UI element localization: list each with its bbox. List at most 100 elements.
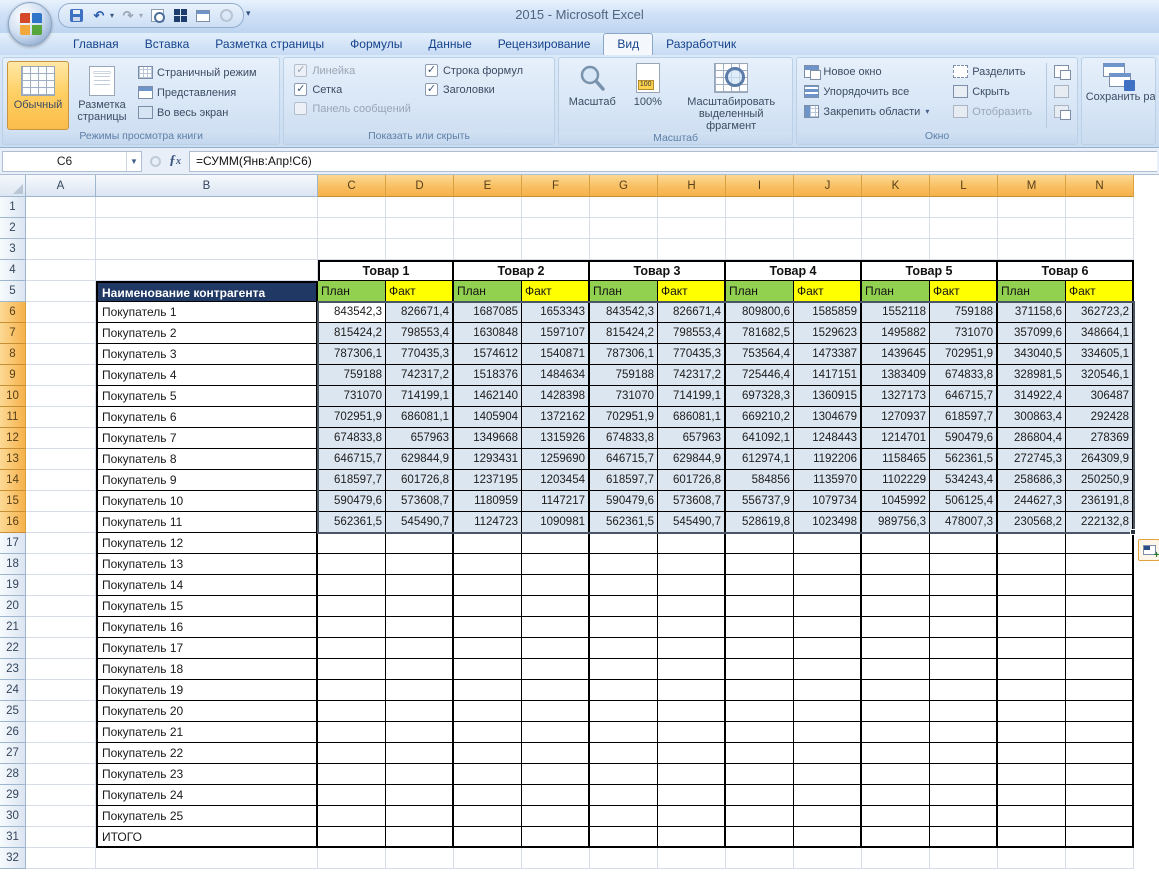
cell[interactable] bbox=[318, 659, 386, 680]
cell[interactable] bbox=[930, 722, 998, 743]
cell-value[interactable]: 348664,1 bbox=[1066, 323, 1134, 344]
cell-value[interactable]: 1574612 bbox=[454, 344, 522, 365]
cell-fact-header[interactable]: Факт bbox=[794, 281, 862, 302]
cell-buyer-label[interactable]: Покупатель 9 bbox=[96, 470, 318, 491]
cell[interactable] bbox=[1066, 827, 1134, 848]
cell[interactable] bbox=[386, 701, 454, 722]
row-header-16[interactable]: 16 bbox=[0, 512, 26, 533]
column-header-H[interactable]: H bbox=[658, 175, 726, 197]
cell[interactable] bbox=[522, 743, 590, 764]
row-header-15[interactable]: 15 bbox=[0, 491, 26, 512]
cell[interactable] bbox=[454, 533, 522, 554]
cell-buyer-label[interactable]: Покупатель 4 bbox=[96, 365, 318, 386]
cell[interactable] bbox=[794, 806, 862, 827]
cell[interactable] bbox=[862, 785, 930, 806]
cell-value[interactable]: 230568,2 bbox=[998, 512, 1066, 533]
cell-product-header[interactable]: Товар 2 bbox=[454, 260, 590, 281]
cell[interactable] bbox=[794, 533, 862, 554]
tab-Разработчик[interactable]: Разработчик bbox=[653, 34, 749, 55]
row-header-3[interactable]: 3 bbox=[0, 239, 26, 260]
cell[interactable] bbox=[726, 743, 794, 764]
row-header-17[interactable]: 17 bbox=[0, 533, 26, 554]
cell-value[interactable]: 1473387 bbox=[794, 344, 862, 365]
cell[interactable] bbox=[386, 764, 454, 785]
tab-Главная[interactable]: Главная bbox=[60, 34, 132, 55]
full-screen-button[interactable]: Во весь экран bbox=[135, 104, 260, 121]
cell-value[interactable]: 1495882 bbox=[862, 323, 930, 344]
cell[interactable] bbox=[794, 827, 862, 848]
cell[interactable] bbox=[590, 659, 658, 680]
cell-value[interactable]: 1045992 bbox=[862, 491, 930, 512]
cell[interactable] bbox=[998, 218, 1066, 239]
cell[interactable] bbox=[386, 596, 454, 617]
cell-fact-header[interactable]: Факт bbox=[930, 281, 998, 302]
cell-value[interactable]: 1372162 bbox=[522, 407, 590, 428]
cell[interactable] bbox=[998, 239, 1066, 260]
arrange-all-button[interactable]: Упорядочить все bbox=[801, 83, 950, 100]
cell-value[interactable]: 731070 bbox=[930, 323, 998, 344]
cell[interactable] bbox=[386, 554, 454, 575]
cell[interactable] bbox=[930, 218, 998, 239]
column-header-E[interactable]: E bbox=[454, 175, 522, 197]
row-header-4[interactable]: 4 bbox=[0, 260, 26, 281]
cell-value[interactable]: 674833,8 bbox=[930, 365, 998, 386]
column-header-L[interactable]: L bbox=[930, 175, 998, 197]
cell-value[interactable]: 286804,4 bbox=[998, 428, 1066, 449]
cell-plan-header[interactable]: План bbox=[318, 281, 386, 302]
checkbox-box-icon[interactable]: ✓ bbox=[425, 64, 438, 77]
cell-value[interactable]: 1304679 bbox=[794, 407, 862, 428]
cell[interactable] bbox=[590, 239, 658, 260]
cell-fact-header[interactable]: Факт bbox=[386, 281, 454, 302]
tab-Вид[interactable]: Вид bbox=[603, 33, 653, 55]
cell-value[interactable]: 584856 bbox=[726, 470, 794, 491]
cell[interactable] bbox=[726, 764, 794, 785]
cell-value[interactable]: 759188 bbox=[590, 365, 658, 386]
cell[interactable] bbox=[794, 680, 862, 701]
cell[interactable] bbox=[726, 617, 794, 638]
cell-value[interactable]: 646715,7 bbox=[930, 386, 998, 407]
cell[interactable] bbox=[386, 638, 454, 659]
cell[interactable] bbox=[26, 470, 96, 491]
cell-buyer-label[interactable]: Покупатель 5 bbox=[96, 386, 318, 407]
cell-value[interactable]: 1462140 bbox=[454, 386, 522, 407]
cell[interactable] bbox=[930, 197, 998, 218]
zoom-100-button[interactable]: 100 100% bbox=[628, 61, 668, 132]
cell[interactable] bbox=[522, 806, 590, 827]
row-header-2[interactable]: 2 bbox=[0, 218, 26, 239]
cell[interactable] bbox=[658, 722, 726, 743]
cell[interactable] bbox=[26, 575, 96, 596]
cell[interactable] bbox=[96, 848, 318, 869]
cell[interactable] bbox=[454, 806, 522, 827]
cell[interactable] bbox=[930, 575, 998, 596]
cell-buyer-label[interactable]: Покупатель 3 bbox=[96, 344, 318, 365]
cell[interactable] bbox=[930, 554, 998, 575]
cell-value[interactable]: 362723,2 bbox=[1066, 302, 1134, 323]
cell[interactable] bbox=[862, 827, 930, 848]
page-layout-view-button[interactable]: Разметка страницы bbox=[71, 61, 133, 130]
cell-buyer-label[interactable]: Покупатель 13 bbox=[96, 554, 318, 575]
column-header-D[interactable]: D bbox=[386, 175, 454, 197]
cell[interactable] bbox=[454, 764, 522, 785]
cell[interactable] bbox=[454, 827, 522, 848]
cell[interactable] bbox=[658, 743, 726, 764]
cell[interactable] bbox=[318, 575, 386, 596]
cell-buyer-label[interactable]: Покупатель 10 bbox=[96, 491, 318, 512]
row-header-1[interactable]: 1 bbox=[0, 197, 26, 218]
cell[interactable] bbox=[930, 659, 998, 680]
cell-value[interactable]: 674833,8 bbox=[318, 428, 386, 449]
cell[interactable] bbox=[386, 680, 454, 701]
cell-value[interactable]: 657963 bbox=[386, 428, 454, 449]
cell[interactable] bbox=[1066, 533, 1134, 554]
cell[interactable] bbox=[454, 743, 522, 764]
cell-buyer-label[interactable]: Покупатель 21 bbox=[96, 722, 318, 743]
cell-value[interactable]: 244627,3 bbox=[998, 491, 1066, 512]
cell-value[interactable]: 725446,4 bbox=[726, 365, 794, 386]
cell-value[interactable]: 798553,4 bbox=[658, 323, 726, 344]
cell-buyer-label[interactable]: Покупатель 14 bbox=[96, 575, 318, 596]
cell-value[interactable]: 272745,3 bbox=[998, 449, 1066, 470]
cell-value[interactable]: 573608,7 bbox=[658, 491, 726, 512]
tab-Разметка страницы[interactable]: Разметка страницы bbox=[202, 34, 337, 55]
cell[interactable] bbox=[26, 659, 96, 680]
cell[interactable] bbox=[862, 701, 930, 722]
cell[interactable] bbox=[386, 785, 454, 806]
